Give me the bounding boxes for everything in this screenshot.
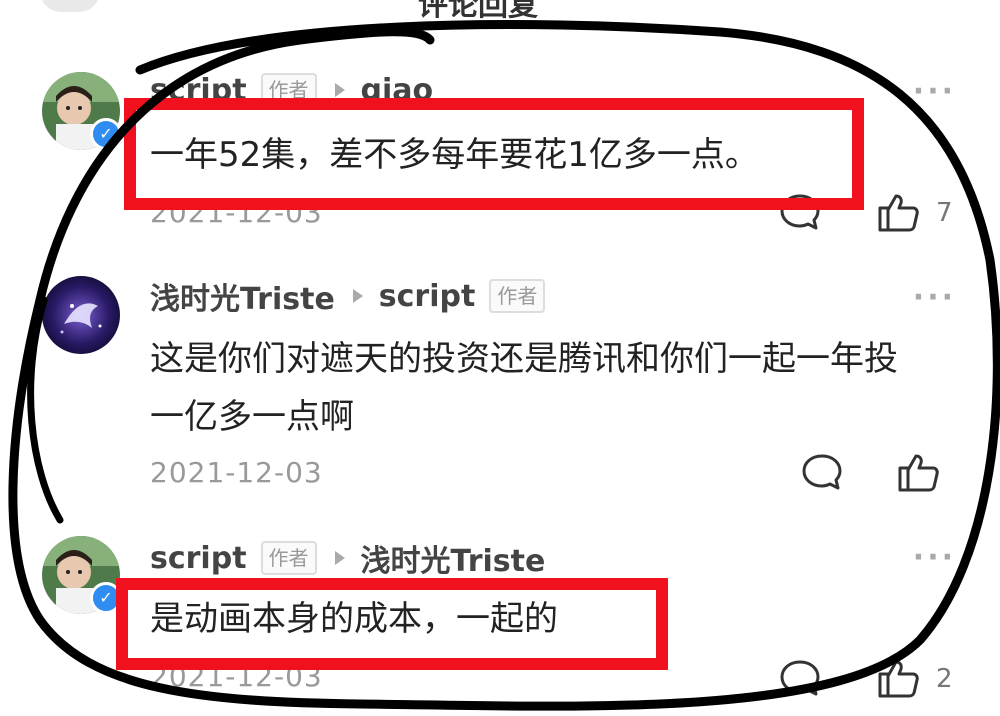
more-dots-icon[interactable]: ··· <box>913 74 956 109</box>
avatar[interactable] <box>42 276 120 354</box>
avatar[interactable]: ✓ <box>42 72 122 150</box>
verified-check-icon: ✓ <box>90 118 122 150</box>
more-dots-icon[interactable]: ··· <box>913 280 956 315</box>
author-name[interactable]: 浅时光Triste <box>150 274 335 318</box>
reply-arrow-icon <box>334 551 345 565</box>
highlight-box <box>116 578 668 670</box>
reply-arrow-icon <box>334 83 345 97</box>
reply-to-name[interactable]: 浅时光Triste <box>361 536 546 580</box>
thumbs-up-icon[interactable] <box>876 190 920 234</box>
like-count: 7 <box>936 198 953 228</box>
comment-bubble-icon[interactable] <box>778 656 822 700</box>
comment-date: 2021-12-03 <box>150 456 323 489</box>
reply-to-tag: 作者 <box>489 279 546 313</box>
thumbs-up-icon[interactable] <box>876 656 920 700</box>
avatar[interactable]: ✓ <box>42 536 122 614</box>
reply-arrow-icon <box>352 289 363 303</box>
page-title: 评论回复 <box>418 0 538 23</box>
comment-meta: script 作者 浅时光Triste <box>150 536 546 580</box>
avatar-image <box>42 276 120 354</box>
comment-meta: 浅时光Triste script 作者 <box>150 274 546 318</box>
like-count: 2 <box>936 664 953 694</box>
comment-text: 这是你们对遮天的投资还是腾讯和你们一起一年投一亿多一点啊 <box>150 339 898 437</box>
reply-to-name[interactable]: script <box>379 279 476 314</box>
author-name[interactable]: script <box>150 541 247 576</box>
more-dots-icon[interactable]: ··· <box>913 540 956 575</box>
comment-bubble-icon[interactable] <box>800 450 844 494</box>
back-button[interactable] <box>40 0 100 12</box>
thumbs-up-icon[interactable] <box>896 450 940 494</box>
highlight-box <box>124 98 864 210</box>
author-tag: 作者 <box>260 541 317 575</box>
